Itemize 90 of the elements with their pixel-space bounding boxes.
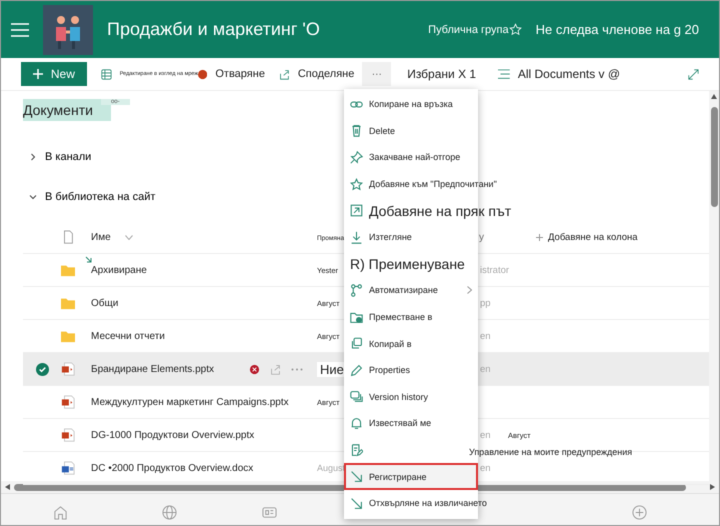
word-file-icon [61, 461, 75, 475]
download-icon [350, 230, 363, 244]
scroll-right-icon[interactable] [710, 484, 715, 490]
chevron-icon[interactable] [124, 234, 133, 240]
chevron-icon [467, 286, 472, 294]
powerpoint-file-icon [61, 428, 75, 442]
pin-icon [350, 150, 363, 164]
pencil-icon [350, 364, 363, 377]
file-type-icon [61, 230, 75, 244]
folder-icon [350, 310, 363, 324]
modified-by: en [479, 462, 491, 474]
library-title: Документи [23, 99, 111, 121]
news-icon[interactable] [262, 504, 276, 520]
trash-icon [350, 124, 363, 138]
open-button[interactable]: Отваряне [215, 68, 265, 80]
modified-by: en [479, 330, 491, 342]
more-button[interactable]: ··· [362, 62, 392, 86]
powerpoint-file-icon [61, 395, 75, 409]
file-name[interactable]: Месечни отчети [91, 330, 165, 342]
scroll-left-icon[interactable] [5, 484, 10, 490]
file-name[interactable]: Междукултурен маркетинг Campaigns.pptx [91, 396, 289, 408]
menu-item[interactable]: Копиране на връзка [344, 91, 478, 118]
star-icon[interactable] [508, 23, 522, 36]
copy-icon [350, 337, 363, 350]
modified-by: en [479, 364, 491, 374]
grid-icon[interactable] [100, 68, 112, 80]
group-header[interactable]: В канали [23, 137, 323, 177]
folder-icon [61, 263, 75, 277]
chevron-icon [29, 153, 37, 161]
menu-item[interactable]: Известявай ме [344, 410, 478, 437]
menu-item[interactable]: Преместване в [344, 304, 478, 330]
menu-icon[interactable] [11, 22, 29, 36]
bell-icon [350, 416, 363, 430]
menu-item[interactable]: Автоматизиране [344, 277, 478, 304]
list-icon[interactable] [498, 68, 510, 80]
menu-item[interactable]: Копирай в [344, 330, 478, 357]
plus-icon [32, 69, 43, 79]
privacy-label: Публична група [428, 24, 509, 36]
more-icon[interactable] [291, 368, 303, 370]
file-name[interactable]: Общи [91, 298, 118, 308]
add-column-button[interactable]: Добавяне на колона [536, 232, 709, 242]
menu-item[interactable]: Добавяне на пряк път [344, 197, 518, 224]
folder-icon [61, 329, 75, 343]
menu-item[interactable]: Version history [344, 384, 478, 410]
plus-icon [536, 234, 543, 240]
powerpoint-icon [198, 68, 208, 80]
view-selector[interactable]: All Documents v @ [518, 67, 620, 81]
column-header[interactable]: Име [91, 232, 111, 242]
site-title: Продажби и маркетинг 'O [107, 19, 321, 40]
menu-item[interactable]: Добавяне към "Предпочитани" [344, 170, 503, 198]
scroll-up-icon[interactable] [711, 94, 717, 99]
star-icon [350, 178, 363, 191]
file-name[interactable]: Брандиране Elements.pptx [91, 364, 214, 374]
modified-by: pp [479, 298, 491, 308]
error-icon [249, 364, 260, 374]
arrow-icon [350, 470, 363, 484]
expand-icon[interactable] [688, 68, 699, 80]
menu-item[interactable]: Регистриране [344, 463, 478, 490]
stack-icon [350, 390, 363, 404]
document-edit-icon [350, 444, 363, 457]
share-icon[interactable] [278, 68, 290, 80]
chevron-icon [29, 193, 37, 201]
checkmark-icon[interactable] [36, 362, 48, 376]
home-icon[interactable] [52, 504, 68, 520]
modified-by: en [479, 430, 491, 440]
menu-item[interactable]: Properties [344, 356, 478, 384]
menu-item[interactable]: Отхвърляне на извличането [344, 490, 493, 516]
modified-date: August [317, 462, 346, 472]
file-name[interactable]: DC •2000 Продуктов Overview.docx [91, 462, 254, 474]
add-icon[interactable] [632, 504, 646, 520]
menu-item[interactable]: Изтегляне [344, 224, 478, 251]
shortcut-icon [350, 204, 363, 218]
file-name[interactable]: DG-1000 Продуктови Overview.pptx [91, 430, 254, 440]
flow-icon [350, 284, 363, 297]
globe-icon[interactable] [162, 504, 176, 520]
powerpoint-file-icon [61, 362, 75, 376]
folder-icon [61, 296, 75, 310]
menu-item[interactable]: R) Преименуване [344, 250, 478, 278]
modified-by: istrator [479, 264, 510, 276]
follow-status[interactable]: Не следва членове на g 20 [536, 22, 699, 37]
selected-count: Избрани X 1 [407, 67, 476, 81]
new-button[interactable]: New [21, 62, 87, 86]
vertical-scrollbar[interactable] [709, 91, 719, 481]
modified-date: Ние [317, 362, 347, 376]
menu-item[interactable]: Закачване най-отгоре [344, 144, 478, 171]
menu-item[interactable]: Delete [344, 118, 478, 144]
arrow-icon [350, 496, 363, 510]
file-name[interactable]: Архивиране [91, 264, 147, 276]
share-button[interactable]: Споделяне [298, 68, 354, 80]
group-header[interactable]: В библиотека на сайт [23, 177, 323, 217]
